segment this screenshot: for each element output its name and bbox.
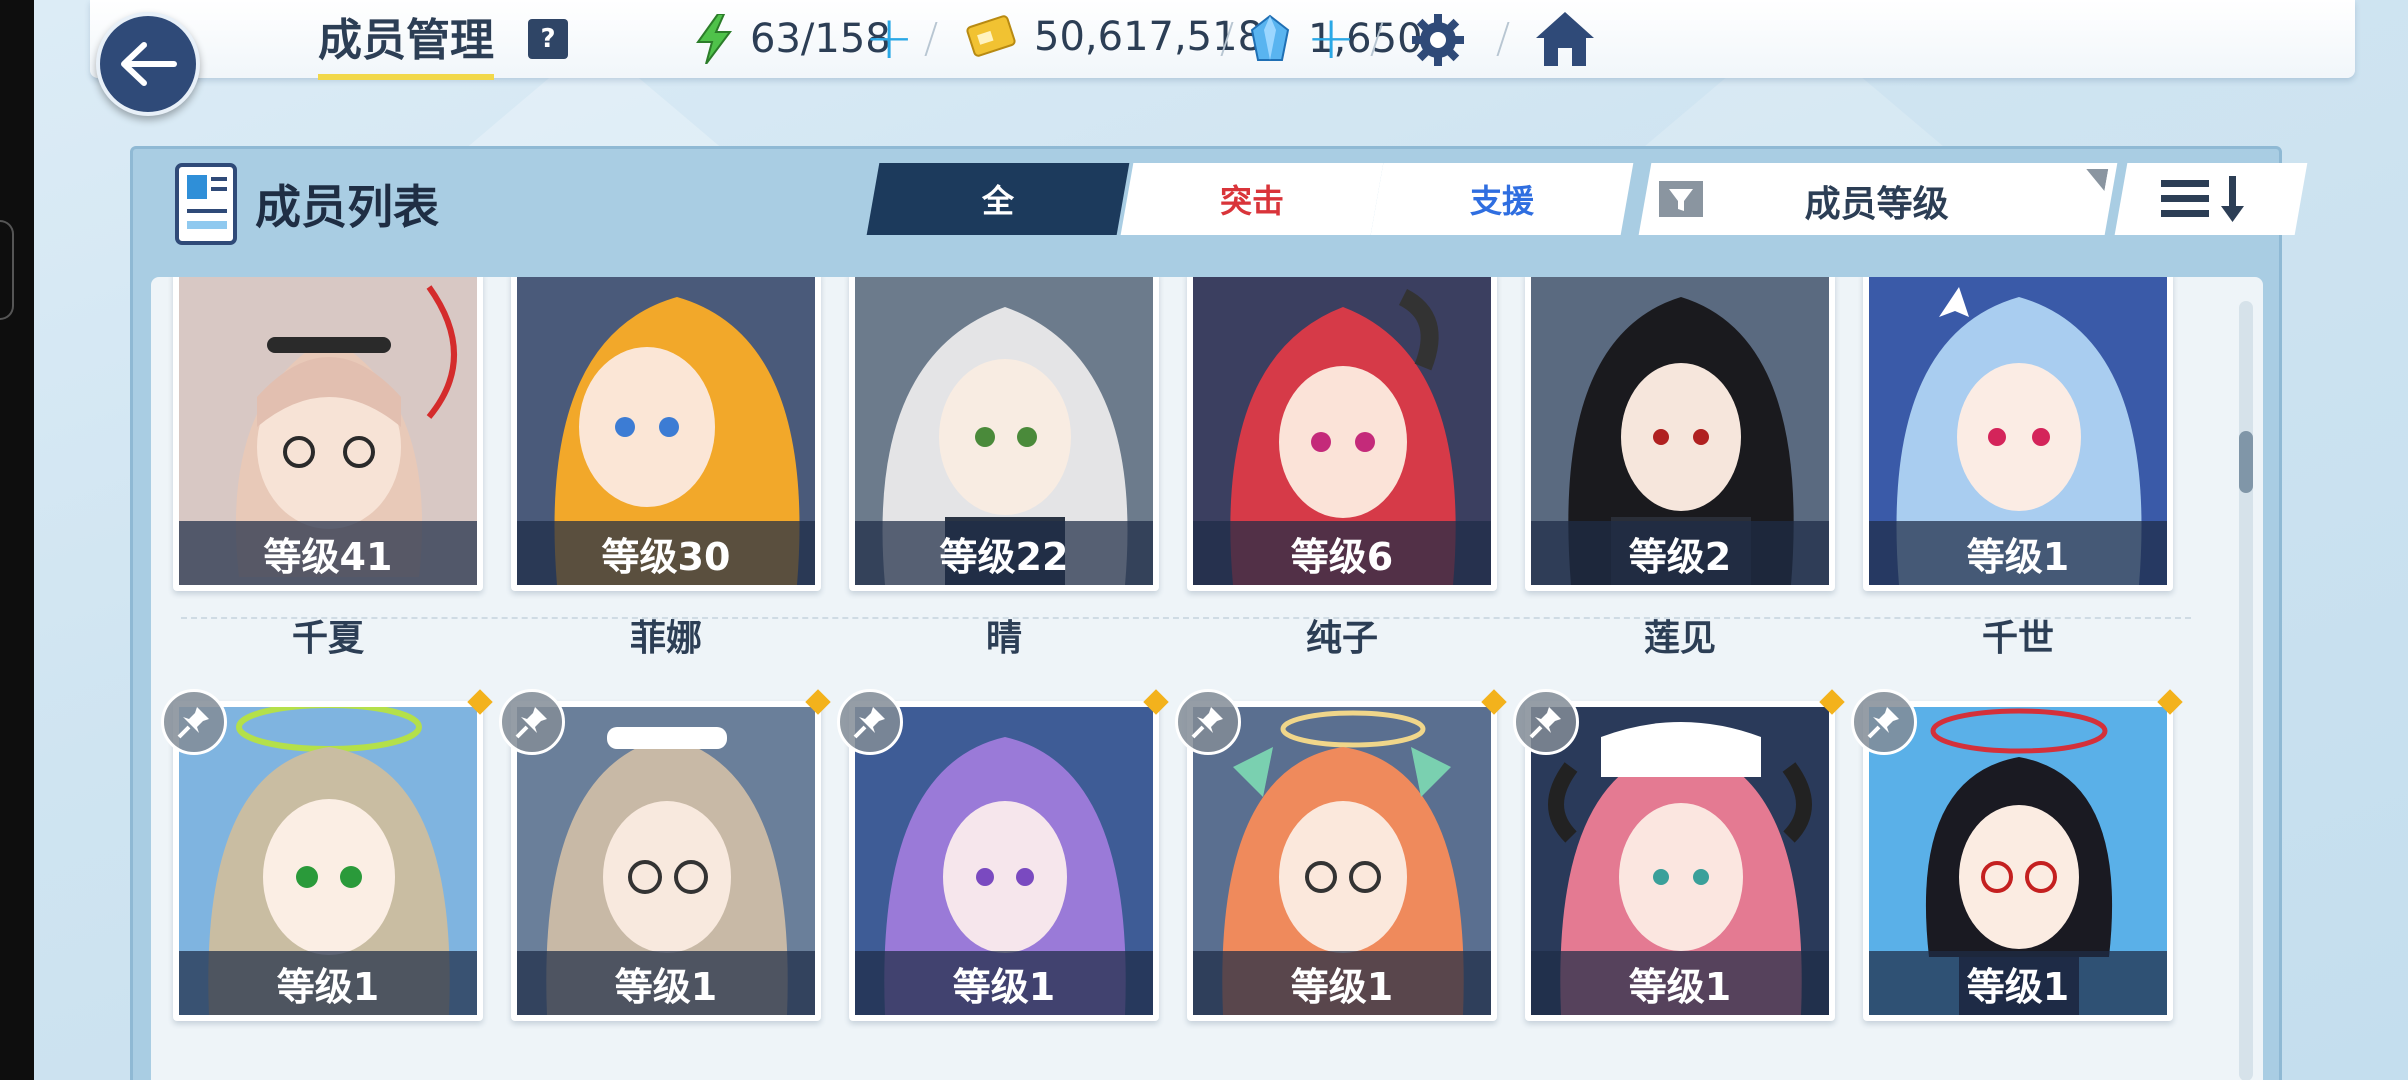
separator — [1496, 22, 1510, 56]
sort-label: 成员等级 — [1804, 184, 1949, 225]
member-card[interactable]: 等级1 — [849, 701, 1159, 1021]
tab-all-label: 全 — [981, 182, 1014, 220]
gems-plus-button[interactable]: + — [1306, 8, 1356, 68]
member-card[interactable]: 等级1 — [1525, 701, 1835, 1021]
credits-value: 50,617,518 — [1034, 14, 1264, 60]
tab-special-label: 支援 — [1469, 182, 1534, 220]
sort-order-button[interactable] — [2114, 163, 2308, 235]
sort-descending-icon — [2161, 176, 2244, 222]
member-level: 等级2 — [1531, 521, 1829, 585]
member-level: 等级1 — [1869, 521, 2167, 585]
dropdown-corner-icon — [2086, 169, 2109, 191]
page-title: 成员管理 — [318, 4, 494, 80]
member-level: 等级41 — [179, 521, 477, 585]
member-grid: 等级41 千夏 等级30 菲娜 等级22 晴 等级6 纯子 等级2 莲见 等级1… — [151, 277, 2263, 1080]
tab-all[interactable]: 全 — [866, 163, 1130, 235]
crystal-icon — [1250, 14, 1290, 61]
sort-dropdown[interactable]: 成员等级 — [1638, 163, 2118, 235]
scroll-thumb[interactable] — [2239, 431, 2253, 493]
member-level: 等级6 — [1193, 521, 1491, 585]
pin-button[interactable] — [161, 689, 227, 755]
credits-display: 50,617,518 — [966, 14, 1263, 60]
member-level: 等级1 — [855, 951, 1153, 1015]
gear-icon[interactable] — [1410, 12, 1466, 68]
member-level: 等级22 — [855, 521, 1153, 585]
member-card[interactable]: 等级1 — [511, 701, 821, 1021]
pin-button[interactable] — [837, 689, 903, 755]
pin-button[interactable] — [1513, 689, 1579, 755]
back-button[interactable] — [96, 12, 200, 116]
member-card[interactable]: 等级41 — [173, 277, 483, 591]
device-edge — [0, 0, 34, 1080]
filter-icon — [1659, 181, 1703, 217]
member-card[interactable]: 等级1 — [1863, 701, 2173, 1021]
tab-special[interactable]: 支援 — [1370, 163, 1634, 235]
member-card[interactable]: 等级2 — [1525, 277, 1835, 591]
panel-title: 成员列表 — [255, 180, 439, 234]
pin-button[interactable] — [1851, 689, 1917, 755]
pin-icon — [853, 707, 885, 739]
member-card[interactable]: 等级30 — [511, 277, 821, 591]
pin-button[interactable] — [1175, 689, 1241, 755]
pin-icon — [177, 707, 209, 739]
pin-icon — [1191, 707, 1223, 739]
member-level: 等级1 — [1531, 951, 1829, 1015]
stamina-plus-button[interactable]: + — [864, 8, 914, 68]
member-card[interactable]: 等级6 — [1187, 277, 1497, 591]
tab-striker-label: 突击 — [1219, 182, 1284, 220]
credit-card-icon — [966, 15, 1016, 57]
member-level: 等级1 — [179, 951, 477, 1015]
member-level: 等级1 — [517, 951, 815, 1015]
game-screen: 成员管理 ? 63/158 + 50,617,518 1,650 + 成员列表 … — [34, 0, 2408, 1080]
member-list-panel: 成员列表 全 突击 支援 成员等级 等级41 千夏 等级30 菲娜 等级22 晴… — [130, 146, 2308, 1080]
member-card[interactable]: 等级1 — [1187, 701, 1497, 1021]
device-notch — [0, 220, 14, 320]
separator — [924, 22, 938, 56]
pin-icon — [1867, 707, 1899, 739]
back-arrow-icon — [121, 42, 177, 86]
help-button[interactable]: ? — [528, 19, 568, 59]
top-bar: 成员管理 ? 63/158 + 50,617,518 1,650 + — [90, 0, 2355, 80]
member-card[interactable]: 等级1 — [1863, 277, 2173, 591]
stamina-display: 63/158 — [696, 14, 891, 64]
scrollbar[interactable] — [2239, 301, 2253, 1080]
member-card[interactable]: 等级1 — [173, 701, 483, 1021]
home-icon[interactable] — [1534, 10, 1596, 68]
pin-button[interactable] — [499, 689, 565, 755]
tab-striker[interactable]: 突击 — [1120, 163, 1384, 235]
pin-icon — [515, 707, 547, 739]
lightning-icon — [696, 14, 732, 64]
row-divider — [181, 617, 2191, 619]
member-grid-container: 等级41 千夏 等级30 菲娜 等级22 晴 等级6 纯子 等级2 莲见 等级1… — [151, 277, 2263, 1080]
member-card-icon — [175, 163, 237, 245]
member-level: 等级30 — [517, 521, 815, 585]
member-level: 等级1 — [1869, 951, 2167, 1015]
member-card[interactable]: 等级22 — [849, 277, 1159, 591]
member-level: 等级1 — [1193, 951, 1491, 1015]
pin-icon — [1529, 707, 1561, 739]
